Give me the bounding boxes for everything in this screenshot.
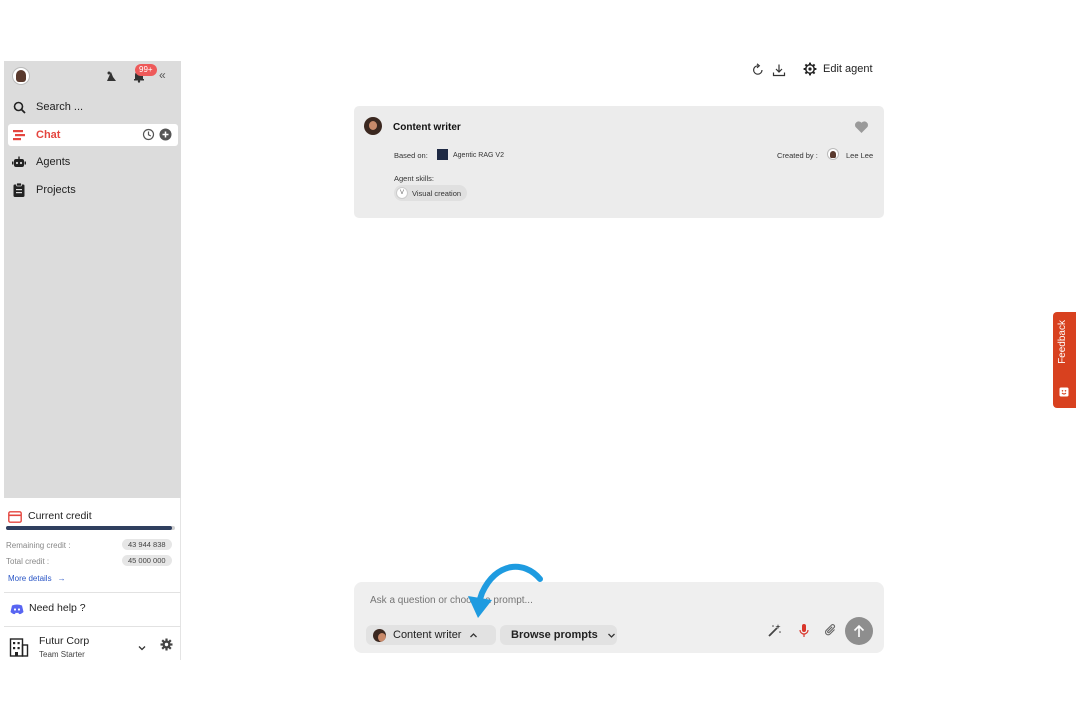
agent-avatar [364,117,382,135]
collapse-sidebar-button[interactable]: « [159,68,166,82]
discord-icon [10,602,24,615]
skill-initial: V [396,187,408,199]
remaining-credit-label: Remaining credit : [6,541,71,550]
notification-badge: 99+ [135,64,157,76]
heart-icon[interactable] [854,120,869,134]
search-button[interactable]: Search ... [8,96,178,118]
based-on-label: Based on: [394,151,428,160]
org-plan: Team Starter [39,650,85,659]
credit-title: Current credit [28,510,92,522]
new-chat-icon[interactable] [159,128,172,141]
robot-icon [12,155,26,169]
need-help-button[interactable]: Need help ? [10,602,86,615]
microphone-icon[interactable] [798,623,810,638]
gear-icon[interactable] [160,638,173,651]
clipboard-icon [12,183,26,197]
agent-skills-label: Agent skills: [394,174,435,183]
arrow-right-icon: → [57,574,66,583]
feedback-tab[interactable]: Feedback [1053,312,1076,408]
edit-agent-label: Edit agent [823,63,873,75]
agent-avatar [373,628,386,642]
model-logo-icon [437,149,448,160]
based-on-value[interactable]: Agentic RAG V2 [453,152,504,159]
credit-progress-track [6,526,175,530]
agent-selector-label: Content writer [393,629,462,641]
sidebar-item-label: Projects [36,184,76,196]
feedback-icon [1059,384,1069,397]
feedback-label: Feedback [1057,320,1068,364]
search-label: Search ... [36,101,84,113]
agent-selector[interactable]: Content writer [366,625,496,645]
paperclip-icon[interactable] [824,623,838,637]
more-details-label: More details [8,574,52,583]
chevron-up-icon [469,631,478,640]
search-icon [12,100,26,114]
credit-card-icon [8,510,22,523]
gear-icon [803,62,817,76]
org-name: Futur Corp [39,635,90,647]
total-credit-label: Total credit : [6,557,50,566]
download-icon[interactable] [772,63,786,77]
chevron-down-icon [607,631,616,640]
skill-name: Visual creation [412,188,462,198]
browse-prompts-button[interactable]: Browse prompts [500,625,617,645]
annotation-arrow-icon [468,563,543,618]
sidebar: 99+ « Search ... Chat Agents Projects Cu… [4,61,181,660]
chevron-down-icon[interactable] [137,640,147,651]
credit-progress-fill [6,526,172,530]
sidebar-item-label: Agents [36,156,71,168]
magic-wand-icon[interactable] [767,623,782,638]
sidebar-item-agents[interactable]: Agents [8,151,178,173]
sidebar-footer: Current credit Remaining credit : 43 944… [4,498,181,660]
edit-agent-button[interactable]: Edit agent [803,62,873,76]
divider [4,626,181,627]
total-credit-value: 45 000 000 [122,555,172,566]
more-details-link[interactable]: More details → [8,574,66,583]
remaining-credit-value: 43 944 838 [122,539,172,550]
chat-icon [12,128,26,142]
browse-prompts-label: Browse prompts [511,629,598,641]
history-icon[interactable] [142,128,155,141]
theme-toggle-icon[interactable] [104,69,118,83]
building-icon [9,637,29,657]
skill-chip: V Visual creation [394,185,468,201]
send-button[interactable] [845,617,873,645]
created-by-value: Lee Lee [846,151,874,160]
sidebar-item-projects[interactable]: Projects [8,179,178,201]
agent-name: Content writer [393,122,461,133]
arrow-up-icon [853,624,865,638]
creator-avatar [827,148,839,160]
user-avatar[interactable] [12,67,30,85]
need-help-label: Need help ? [29,602,86,614]
divider [4,592,181,593]
refresh-icon[interactable] [751,63,765,77]
sidebar-item-label: Chat [36,129,61,141]
created-by-label: Created by : [777,151,818,160]
sidebar-item-chat[interactable]: Chat [8,124,178,146]
prompt-input[interactable] [364,591,834,609]
